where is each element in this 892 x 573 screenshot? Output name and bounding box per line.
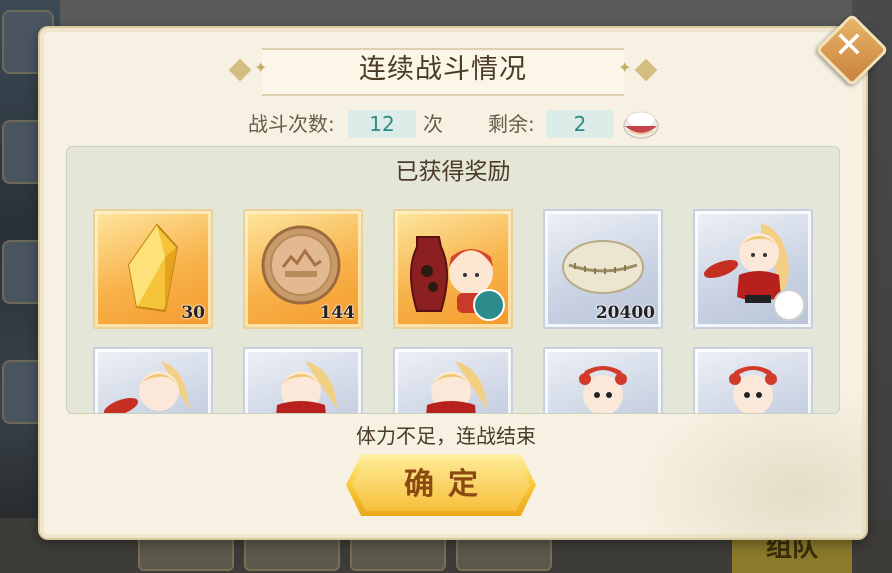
reward-item-chibi-character-fan[interactable] [693,209,813,329]
title-banner: ✦ ✦ 连续战斗情况 [226,44,660,96]
reward-item-chibi-character-red[interactable] [243,347,363,413]
confirm-button[interactable]: 确定 [346,454,536,516]
rewards-panel: 已获得奖励 30 144 20400 [66,146,840,414]
confirm-button-label: 确定 [404,467,492,502]
close-icon: ✕ [833,25,865,66]
battle-count-label: 战斗次数: [248,112,335,136]
reward-item-chibi-lion-dance[interactable] [693,347,813,413]
reward-item-red-vase-skin[interactable] [393,209,513,329]
reward-item-shell-currency[interactable]: 20400 [543,209,663,329]
battle-end-status: 体力不足，连战结束 [356,424,536,448]
chibi-character-icon [276,361,337,413]
remaining-value: 2 [546,110,614,138]
reward-count: 144 [319,303,356,323]
lion-dance-icon [729,366,777,413]
battle-count-value: 12 [348,110,416,138]
remaining-label: 剩余: [488,112,535,136]
rice-bowl-icon [622,106,660,140]
chibi-character-icon [426,361,487,413]
reward-item-chibi-character-fan[interactable] [93,347,213,413]
close-button[interactable]: ✕ [815,13,889,87]
reward-item-chibi-character-red[interactable] [393,347,513,413]
skin-badge-icon [473,289,505,321]
fan-badge-icon [773,289,805,321]
chibi-character-icon [103,361,189,413]
dialog-title: 连续战斗情况 [359,54,527,85]
reward-count: 30 [181,303,205,323]
reward-item-copper-coin[interactable]: 144 [243,209,363,329]
title-wing-right [634,58,658,82]
battle-count-unit: 次 [423,112,443,136]
title-wing-left [228,58,252,82]
lion-dance-icon [579,366,627,413]
reward-count: 20400 [595,303,655,323]
rewards-heading: 已获得奖励 [395,159,511,185]
rewards-grid[interactable]: 30 144 20400 [93,209,817,413]
reward-item-gold-crystal[interactable]: 30 [93,209,213,329]
reward-item-chibi-lion-dance[interactable] [543,347,663,413]
